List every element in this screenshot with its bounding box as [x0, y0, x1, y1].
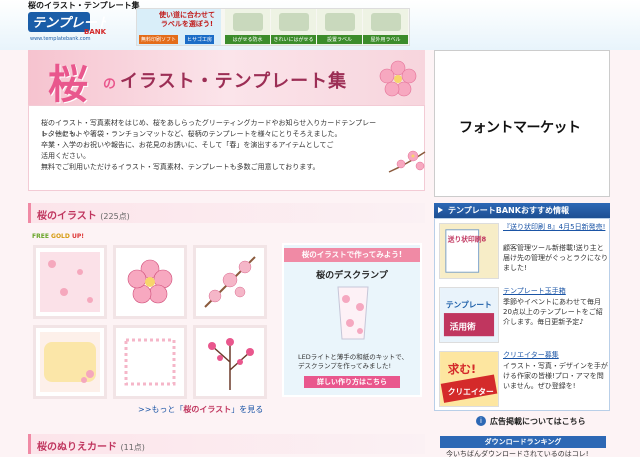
- info-icon: i: [476, 416, 486, 426]
- header: 桜のイラスト・テンプレート集 テンプレート BANK www.templateb…: [0, 0, 640, 50]
- recommend-desc: 季節やイベントにあわせて毎月20点以上のテンプレートをご紹介します。毎日更新予定…: [503, 298, 603, 326]
- ad-info-link[interactable]: 広告掲載についてはこちら: [490, 416, 586, 427]
- intro-line: 卒業・入学のお祝いや報告に、お花見のお誘いに、そして「春」を演出するアイテムとし…: [41, 141, 334, 149]
- site-logo[interactable]: テンプレート BANK: [28, 10, 106, 36]
- ranking-subtitle: 今いちばんダウンロードされているのはコレ!: [446, 450, 589, 457]
- sakura-sprig-icon: [388, 150, 426, 173]
- illust-thumb[interactable]: [113, 325, 187, 399]
- hero-banner: 桜 の イラスト・テンプレート集: [28, 50, 425, 108]
- banner-main: 使い道に合わせて ラベルを選ぼう! 無料印刷ソフト ヒサゴ工房: [137, 9, 221, 45]
- recommend-list: 送り状印刷8 『送り状印刷 8』4月5日新発売! 顧客管理ツール新搭載!送り主と…: [434, 218, 610, 411]
- recommend-desc: イラスト・写真・デザインを手がける作家の皆様!プロ・アマを問いません。ぜひ登録を…: [503, 362, 608, 390]
- font-market-logo: フォントマーケット: [459, 120, 581, 136]
- recommend-thumb-okurijo: 送り状印刷8: [439, 223, 499, 279]
- section-header-illust: 桜のイラスト (225点): [28, 203, 425, 223]
- logo-url: www.templatebank.com: [30, 36, 91, 42]
- section-title: 桜のイラスト (225点): [37, 211, 130, 222]
- font-market-ad[interactable]: フォントマーケット: [434, 50, 610, 197]
- banner-line-2: ラベルを選ぼう!: [160, 20, 214, 28]
- recommend-title[interactable]: 『送り状印刷 8』4月5日新発売!: [503, 223, 609, 232]
- intro-box: 桜のイラスト・写真素材をはじめ、桜をあしらったグリーティングカードやお知らせ入り…: [28, 105, 426, 191]
- recommend-title[interactable]: クリエイター募集: [503, 351, 609, 360]
- desk-lamp-image: [337, 286, 369, 340]
- desk-lamp-promo[interactable]: 桜のイラストで作ってみよう! 桜のデスクランプ LEDライトと薄手の和紙のキット…: [282, 243, 422, 397]
- recommend-title[interactable]: テンプレート玉手箱: [503, 287, 609, 296]
- sakura-flower-icon: [379, 60, 417, 97]
- header-ad-banner[interactable]: 使い道に合わせて ラベルを選ぼう! 無料印刷ソフト ヒサゴ工房 はがせる防水 き…: [136, 8, 410, 46]
- hero-title: イラスト・テンプレート集: [120, 71, 348, 92]
- hero-no-char: の: [103, 77, 117, 92]
- recommend-item[interactable]: 送り状印刷8 『送り状印刷 8』4月5日新発売! 顧客管理ツール新搭載!送り主と…: [437, 221, 609, 281]
- hero-sakura-char: 桜: [48, 61, 88, 108]
- recommend-thumb-tamatebako: テンプレート 活用術: [439, 287, 499, 343]
- illust-thumb[interactable]: [113, 245, 187, 319]
- recommend-desc: 顧客管理ツール新搭載!送り主と届け先の管理がぐっとラクになりました!: [503, 244, 608, 272]
- recommend-thumb-creator: 求む! クリエイター: [439, 351, 499, 407]
- intro-line: 活用ください。: [41, 152, 90, 160]
- svg-text:送り状印刷8: 送り状印刷8: [447, 234, 487, 243]
- intro-line: レターセットや箸袋・ランチョンマットなど、桜柄のテンプレートを様々にとりそろえま…: [41, 130, 342, 138]
- illust-thumb[interactable]: [193, 325, 267, 399]
- intro-line: 無料でご利用いただけるイラスト・写真素材、テンプレートも多数ご用意しております。: [41, 163, 320, 171]
- banner-thumb: きれいにはがせる: [271, 9, 316, 45]
- banner-thumb: 設置ラベル: [317, 9, 362, 45]
- illust-thumb[interactable]: [33, 245, 107, 319]
- banner-tag-hisago: ヒサゴ工房: [185, 35, 215, 44]
- illust-thumb[interactable]: [193, 245, 267, 319]
- svg-text:活用術: 活用術: [450, 320, 476, 332]
- more-illust-link[interactable]: >>もっと「桜のイラスト」を見る: [138, 404, 263, 415]
- recommend-header: テンプレートBANKおすすめ情報: [434, 203, 610, 218]
- recommend-item[interactable]: 求む! クリエイター クリエイター募集 イラスト・写真・デザインを手がける作家の…: [437, 349, 609, 409]
- section-header-nurie: 桜のぬりえカード (11点): [28, 434, 425, 454]
- promo-header: 桜のイラストで作ってみよう!: [284, 248, 420, 262]
- svg-text:クリエイター: クリエイター: [448, 386, 494, 396]
- svg-text:求む!: 求む!: [448, 362, 476, 376]
- illust-thumb[interactable]: [33, 325, 107, 399]
- free-gold-up-badge: FREE GOLD UP!: [32, 233, 84, 240]
- banner-thumb: 屋外用ラベル: [363, 9, 408, 45]
- svg-text:BANK: BANK: [84, 28, 106, 36]
- banner-tag-software: 無料印刷ソフト: [139, 35, 179, 44]
- promo-description: LEDライトと薄手の和紙のキットで、デスクランプを作ってみました!: [298, 353, 408, 370]
- promo-title: 桜のデスクランプ: [316, 271, 388, 281]
- section-title: 桜のぬりえカード (11点): [37, 442, 145, 453]
- banner-thumb: はがせる防水: [225, 9, 270, 45]
- ranking-header: ダウンロードランキング: [440, 436, 606, 448]
- promo-details-button[interactable]: 詳しい作り方はこちら: [304, 376, 400, 388]
- recommend-item[interactable]: テンプレート 活用術 テンプレート玉手箱 季節やイベントにあわせて毎月20点以上…: [437, 285, 609, 345]
- arrow-right-icon: [438, 207, 443, 213]
- svg-text:テンプレート: テンプレート: [446, 299, 492, 309]
